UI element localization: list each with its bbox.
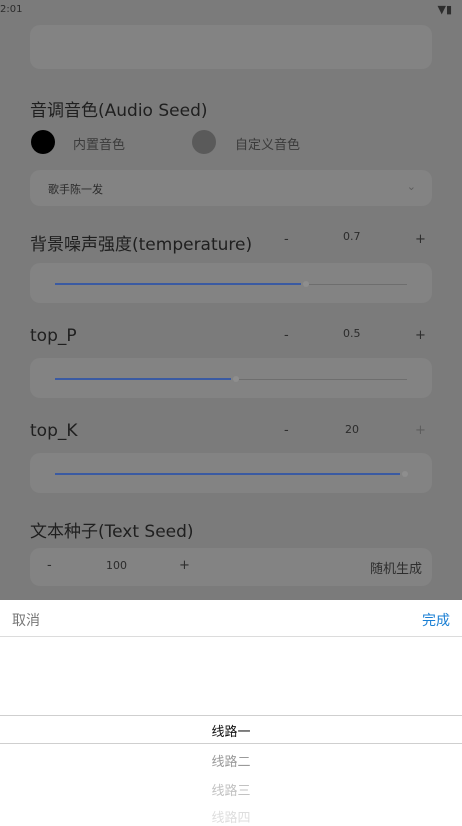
top-p-slider-thumb[interactable] xyxy=(233,376,239,382)
radio-builtin-label: 内置音色 xyxy=(73,138,126,153)
temperature-slider-thumb[interactable] xyxy=(303,281,309,287)
random-generate-button[interactable]: 随机生成 xyxy=(370,558,422,577)
route-picker-sheet: 取消 完成 线路一 线路二 线路三 线路四 xyxy=(0,600,462,826)
done-button[interactable]: 完成 xyxy=(422,610,450,630)
radio-custom-label: 自定义音色 xyxy=(235,138,301,153)
top-k-value: 20 xyxy=(345,423,359,436)
top-p-slider-track xyxy=(239,379,407,380)
top-p-slider[interactable] xyxy=(30,358,432,398)
top-p-minus-button[interactable]: - xyxy=(284,328,289,343)
top-p-slider-fill xyxy=(55,378,231,380)
temperature-slider-track xyxy=(309,284,407,285)
chevron-down-icon: ⌄ xyxy=(406,180,416,193)
cancel-button[interactable]: 取消 xyxy=(12,610,40,630)
radio-custom[interactable] xyxy=(192,130,216,154)
picker-selection-top xyxy=(0,715,462,716)
top-k-slider-fill xyxy=(55,473,400,475)
picker-option[interactable]: 线路一 xyxy=(0,721,462,740)
voice-select-value: 歌手陈一发 xyxy=(48,183,103,196)
picker-option[interactable]: 线路四 xyxy=(0,807,462,826)
text-seed-plus-button[interactable]: + xyxy=(179,558,190,573)
text-seed-title: 文本种子(Text Seed) xyxy=(30,522,194,542)
wifi-battery-icon: ▼▮ xyxy=(437,3,452,16)
top-p-label: top_P xyxy=(30,326,77,346)
top-p-plus-button[interactable]: + xyxy=(415,328,426,343)
temperature-plus-button[interactable]: + xyxy=(415,232,426,247)
text-seed-row: - 100 + 随机生成 xyxy=(30,548,432,586)
top-k-slider-thumb[interactable] xyxy=(402,471,408,477)
text-seed-value[interactable]: 100 xyxy=(106,559,127,572)
temperature-slider[interactable] xyxy=(30,263,432,303)
picker-selection-bottom xyxy=(0,743,462,744)
temperature-label: 背景噪声强度(temperature) xyxy=(30,235,253,255)
temperature-slider-fill xyxy=(55,283,301,285)
text-input-card[interactable] xyxy=(30,25,432,69)
top-k-slider[interactable] xyxy=(30,453,432,493)
top-k-minus-button[interactable]: - xyxy=(284,423,289,438)
top-k-label: top_K xyxy=(30,421,78,441)
status-bar: 2:01 ▼▮ xyxy=(0,0,462,20)
text-seed-minus-button[interactable]: - xyxy=(47,558,52,573)
picker-toolbar: 取消 完成 xyxy=(0,600,462,637)
radio-builtin[interactable] xyxy=(31,130,55,154)
picker-option[interactable]: 线路二 xyxy=(0,751,462,770)
temperature-value: 0.7 xyxy=(343,230,361,243)
picker-option[interactable]: 线路三 xyxy=(0,780,462,799)
voice-select[interactable]: 歌手陈一发 ⌄ xyxy=(30,170,432,206)
top-p-value: 0.5 xyxy=(343,327,361,340)
top-k-plus-button[interactable]: + xyxy=(415,423,426,438)
status-time: 2:01 xyxy=(0,4,23,15)
temperature-minus-button[interactable]: - xyxy=(284,232,289,247)
audio-seed-title: 音调音色(Audio Seed) xyxy=(30,101,208,121)
